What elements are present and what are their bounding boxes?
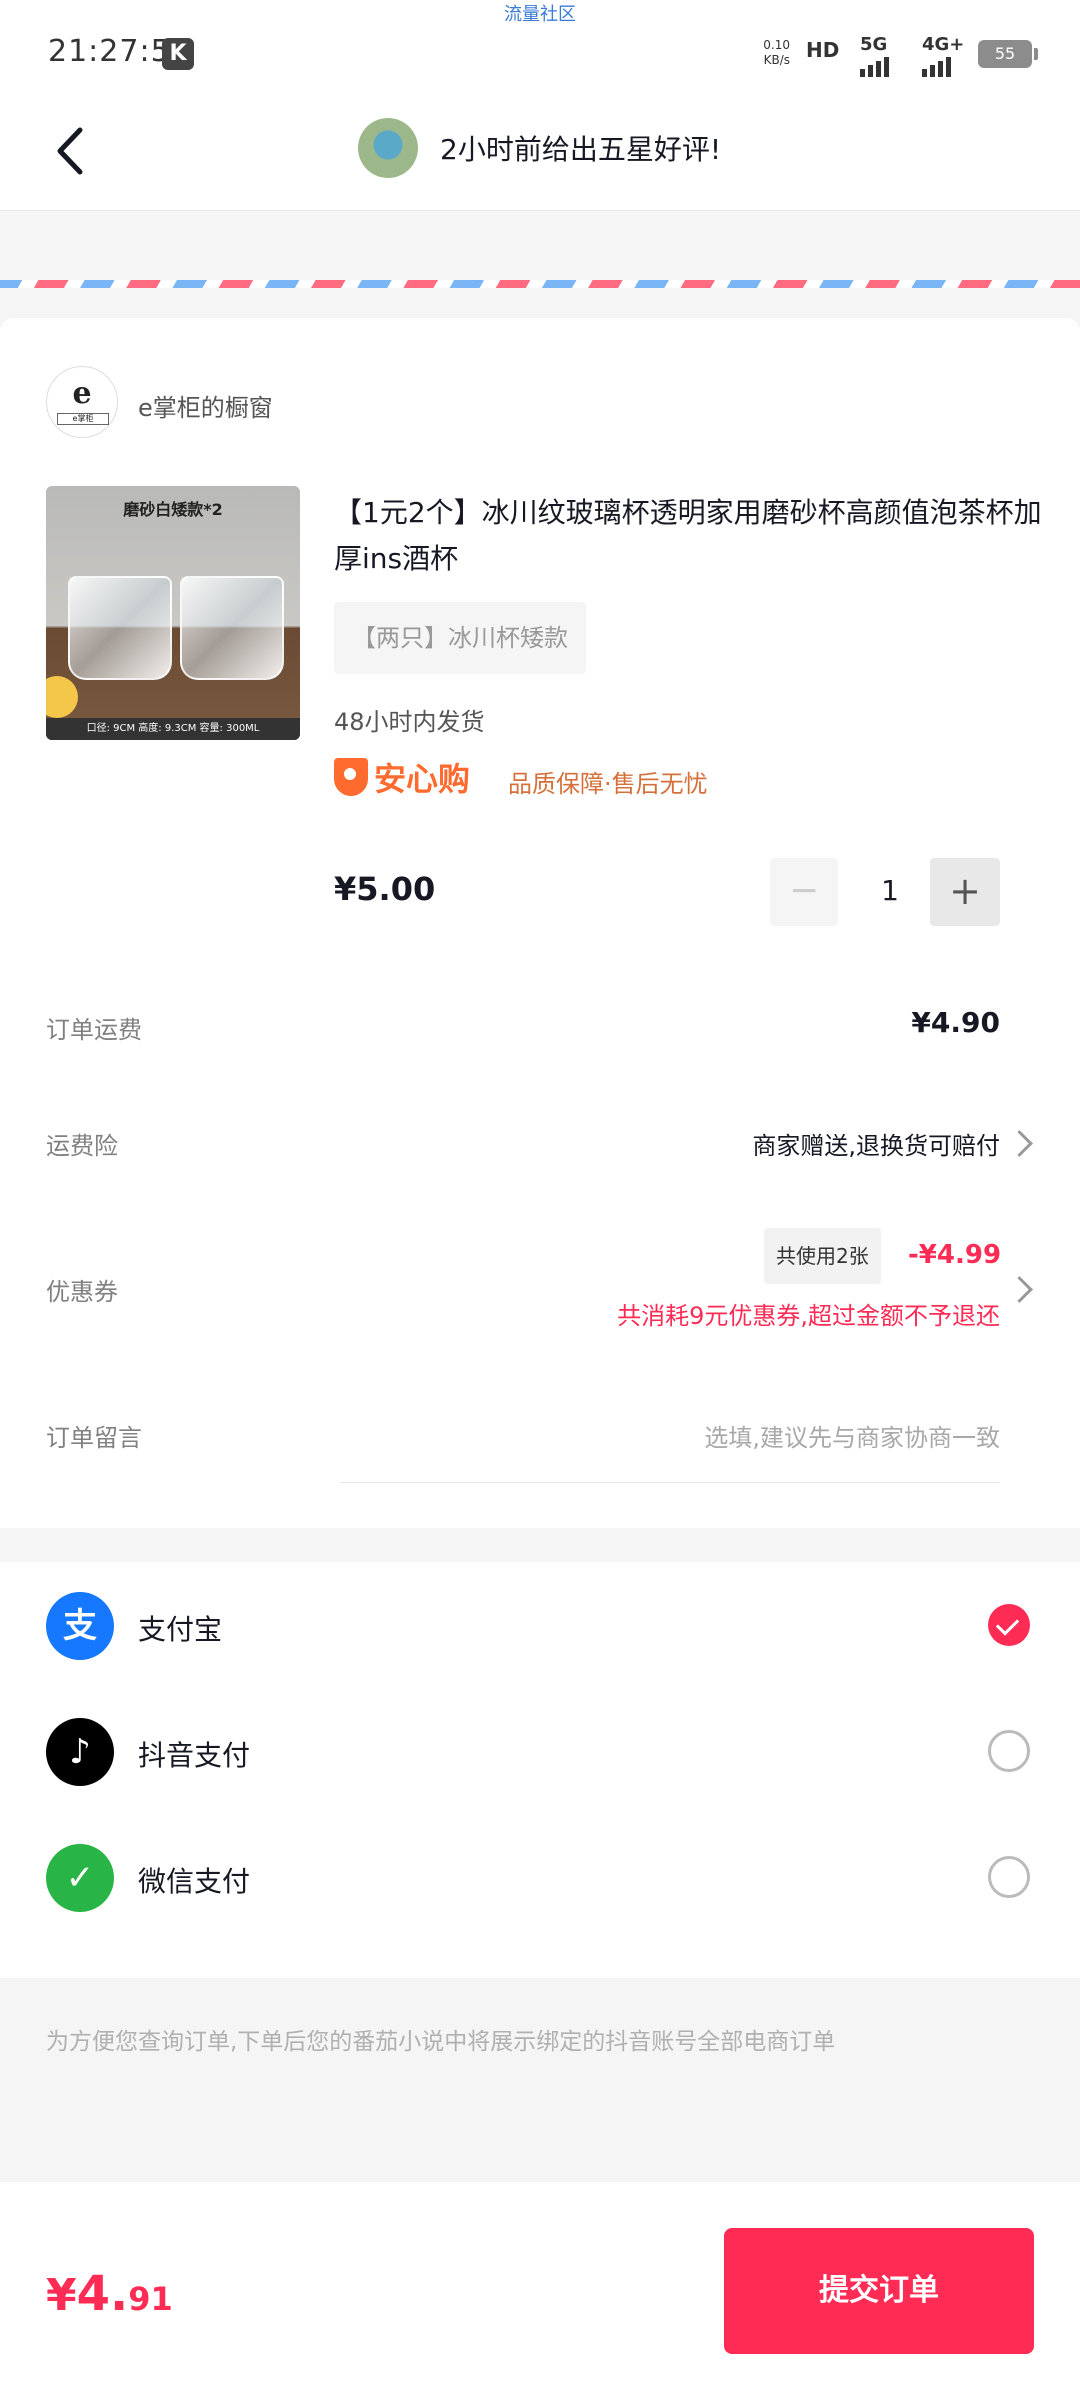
signal-4g: 4G+ (922, 34, 964, 77)
order-remark-input[interactable]: 选填,建议先与商家协商一致 (704, 1418, 1000, 1453)
back-button[interactable] (40, 116, 110, 186)
guarantee-brand[interactable]: 安心购 (374, 754, 470, 800)
glass-left (68, 576, 172, 680)
shipping-time: 48小时内发货 (334, 708, 485, 736)
radio-unselected-icon[interactable] (988, 1856, 1030, 1898)
total-currency: ¥ (46, 2270, 77, 2321)
payment-label: 支付宝 (138, 1613, 223, 1646)
radio-selected-icon[interactable] (988, 1604, 1030, 1646)
shipping-insurance-value[interactable]: 商家赠送,退换货可赔付 (752, 1126, 1000, 1161)
shop-logo-letter: e (72, 376, 92, 411)
network-speed: 0.10 KB/s (760, 38, 790, 68)
wechat-pay-icon: ✓ (46, 1844, 114, 1912)
total-decimal: 91 (128, 2280, 173, 2318)
network-speed-value: 0.10 (763, 38, 790, 52)
remark-underline (340, 1482, 1000, 1483)
coupon-note: 共消耗9元优惠券,超过金额不予退还 (617, 1302, 1000, 1330)
payment-option-alipay[interactable]: 支 支付宝 (0, 1562, 1080, 1688)
total-integer: 4. (76, 2266, 129, 2322)
freight-value: ¥4.90 (911, 1006, 1000, 1039)
network-speed-unit: KB/s (763, 53, 790, 67)
chevron-right-icon[interactable] (1006, 1276, 1033, 1303)
shop-logo-sub: e掌柜 (57, 413, 109, 425)
hd-icon: HD (806, 38, 840, 62)
product-image[interactable]: 磨砂白矮款*2 口径: 9CM 高度: 9.3CM 容量: 300ML (46, 486, 300, 740)
order-card: e e掌柜 e掌柜的橱窗 磨砂白矮款*2 口径: 9CM 高度: 9.3CM 容… (0, 318, 1080, 1528)
total-price: ¥4.91 (46, 2266, 173, 2322)
quantity-value[interactable]: 1 (850, 874, 930, 907)
quantity-minus-button[interactable]: − (770, 858, 838, 926)
submit-order-button[interactable]: 提交订单 (724, 2228, 1034, 2354)
signal-bars-icon (860, 57, 889, 77)
app-badge-icon: K (162, 38, 194, 70)
freight-label: 订单运费 (46, 1016, 142, 1044)
status-bar: 流量社区 21:27:53 K 0.10 KB/s HD 5G 4G+ 55 (0, 0, 1080, 100)
airmail-stripe-divider (0, 280, 1080, 288)
shop-logo[interactable]: e e掌柜 (46, 366, 118, 438)
shipping-insurance-label: 运费险 (46, 1132, 118, 1160)
header-title: 2小时前给出五星好评! (440, 133, 722, 166)
battery-icon: 55 (978, 40, 1032, 68)
coupon-amount[interactable]: -¥4.99 (908, 1240, 1001, 1270)
battery-tip (1034, 48, 1038, 60)
alipay-icon: 支 (46, 1592, 114, 1660)
signal-5g-label: 5G (860, 34, 888, 55)
payment-label: 抖音支付 (138, 1739, 251, 1772)
guarantee-text[interactable]: 品质保障·售后无忧 (508, 764, 708, 799)
shield-icon (334, 758, 368, 796)
payment-option-douyin[interactable]: ♪ 抖音支付 (0, 1688, 1080, 1814)
payment-option-wechat[interactable]: ✓ 微信支付 (0, 1814, 1080, 1940)
unit-price: ¥5.00 (334, 870, 436, 908)
coupon-count-badge[interactable]: 共使用2张 (764, 1228, 881, 1284)
order-visibility-notice: 为方便您查询订单,下单后您的番茄小说中将展示绑定的抖音账号全部电商订单 (46, 2029, 836, 2055)
checkout-footer: ¥4.91 提交订单 (0, 2182, 1080, 2400)
back-arrow-icon (57, 127, 83, 175)
signal-4g-label: 4G+ (922, 34, 965, 55)
signal-5g: 5G (860, 34, 889, 77)
product-image-dims: 口径: 9CM 高度: 9.3CM 容量: 300ML (46, 718, 300, 740)
chevron-right-icon[interactable] (1006, 1130, 1033, 1157)
coupon-label: 优惠券 (46, 1278, 118, 1306)
status-center-label: 流量社区 (504, 4, 576, 25)
lemon-slice (46, 676, 78, 718)
order-remark-label: 订单留言 (46, 1424, 142, 1452)
reviewer-avatar (358, 118, 418, 178)
payment-methods: 支 支付宝 ♪ 抖音支付 ✓ 微信支付 (0, 1562, 1080, 1978)
radio-unselected-icon[interactable] (988, 1730, 1030, 1772)
shop-name[interactable]: e掌柜的橱窗 (138, 388, 273, 423)
quantity-plus-button[interactable]: + (930, 858, 1000, 926)
glass-right (180, 576, 284, 680)
product-image-label: 磨砂白矮款*2 (123, 500, 223, 519)
douyin-pay-icon: ♪ (46, 1718, 114, 1786)
product-title[interactable]: 【1元2个】冰川纹玻璃杯透明家用磨砂杯高颜值泡茶杯加厚ins酒杯 (334, 490, 1044, 582)
payment-label: 微信支付 (138, 1865, 251, 1898)
header: 2小时前给出五星好评! (0, 100, 1080, 211)
product-sku[interactable]: 【两只】冰川杯矮款 (334, 602, 586, 674)
signal-bars-icon (922, 57, 964, 77)
